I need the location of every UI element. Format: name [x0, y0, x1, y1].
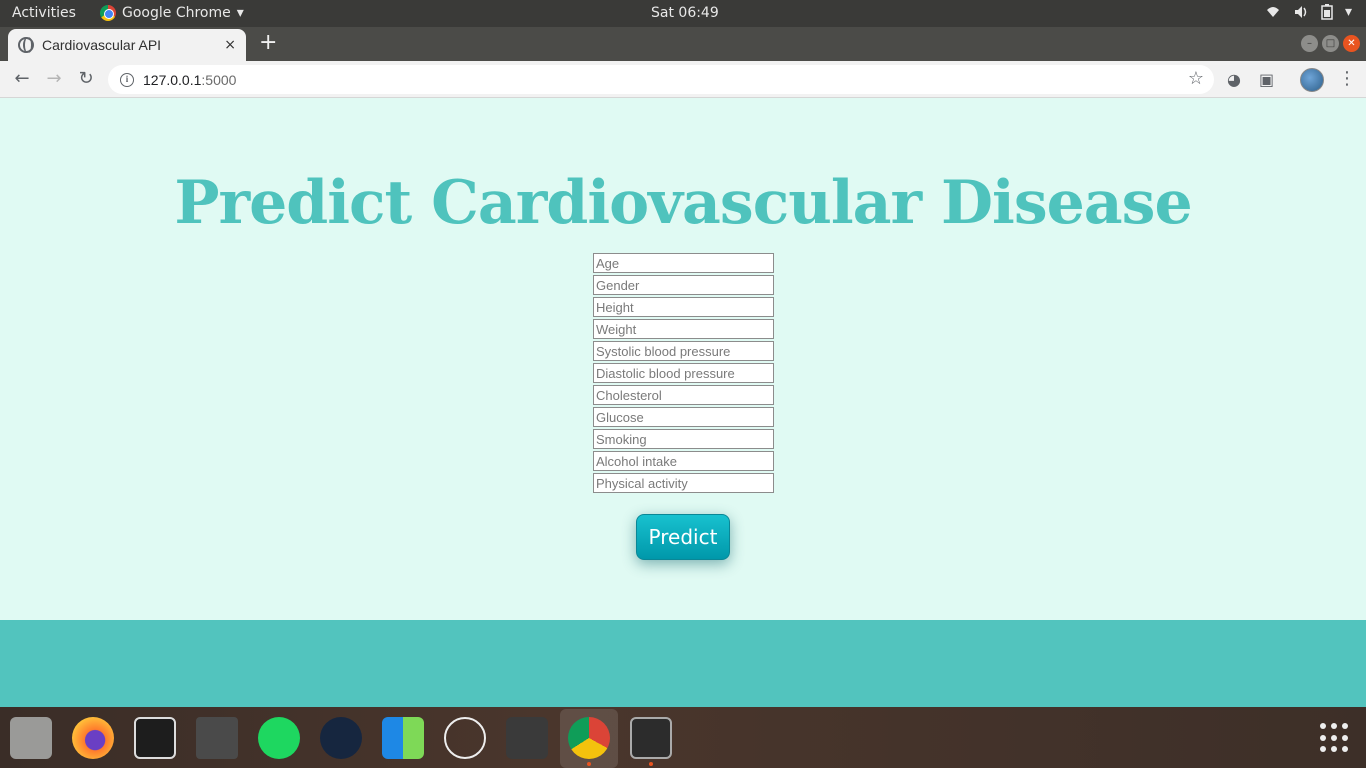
- page-title: Predict Cardiovascular Disease: [174, 168, 1192, 238]
- close-window-button[interactable]: ✕: [1343, 35, 1360, 52]
- systolic-bp-input[interactable]: [593, 341, 774, 361]
- chrome-menu-icon[interactable]: ⋮: [1338, 67, 1356, 91]
- files-icon[interactable]: [10, 717, 52, 759]
- volume-icon: [1294, 6, 1307, 18]
- show-applications-icon[interactable]: [1320, 723, 1350, 753]
- dock: [0, 707, 1366, 768]
- age-input[interactable]: [593, 253, 774, 273]
- glucose-input[interactable]: [593, 407, 774, 427]
- alcohol-intake-input[interactable]: [593, 451, 774, 471]
- new-tab-button[interactable]: +: [259, 31, 277, 55]
- steam-icon[interactable]: [320, 717, 362, 759]
- reload-button[interactable]: ↻: [74, 67, 98, 91]
- gender-input[interactable]: [593, 275, 774, 295]
- system-top-bar: Activities Google Chrome ▾ Sat 06:49 ▾: [0, 0, 1366, 27]
- chevron-down-icon: ▾: [1344, 4, 1352, 20]
- wifi-icon: [1266, 7, 1279, 17]
- tab-strip: Cardiovascular API × + – □ ✕: [0, 27, 1366, 61]
- profile-avatar[interactable]: [1300, 68, 1324, 92]
- running-indicator: [587, 762, 591, 766]
- physical-activity-input[interactable]: [593, 473, 774, 493]
- system-tray[interactable]: ▾: [1265, 4, 1352, 20]
- sublime-text-icon[interactable]: [506, 717, 548, 759]
- spotify-icon[interactable]: [258, 717, 300, 759]
- url-text: 127.0.0.1:5000: [143, 71, 237, 88]
- close-icon[interactable]: ×: [224, 37, 236, 53]
- weight-input[interactable]: [593, 319, 774, 339]
- app-name: Google Chrome: [122, 5, 231, 21]
- profile-extension-icon[interactable]: ▣: [1259, 70, 1274, 89]
- system-monitor-icon[interactable]: [134, 717, 176, 759]
- activities-button[interactable]: Activities: [12, 5, 76, 21]
- address-bar[interactable]: i 127.0.0.1:5000 ☆: [108, 65, 1214, 94]
- speedometer-extension-icon[interactable]: ◕: [1227, 70, 1241, 89]
- diastolic-bp-input[interactable]: [593, 363, 774, 383]
- terminal-icon[interactable]: [630, 717, 672, 759]
- maximize-button[interactable]: □: [1322, 35, 1339, 52]
- clock[interactable]: Sat 06:49: [651, 5, 719, 21]
- cholesterol-input[interactable]: [593, 385, 774, 405]
- back-button[interactable]: ←: [10, 67, 34, 91]
- chrome-icon: [100, 5, 116, 21]
- tab-title: Cardiovascular API: [42, 37, 162, 53]
- page-content: Predict Cardiovascular Disease Predict: [0, 98, 1366, 620]
- minimize-button[interactable]: –: [1301, 35, 1318, 52]
- height-input[interactable]: [593, 297, 774, 317]
- forward-button[interactable]: →: [42, 67, 66, 91]
- footer-band: [0, 620, 1366, 707]
- firefox-icon[interactable]: [72, 717, 114, 759]
- globe-icon: [18, 37, 34, 53]
- tab-cardiovascular-api[interactable]: Cardiovascular API ×: [8, 29, 246, 61]
- chrome-icon[interactable]: [568, 717, 610, 759]
- running-indicator: [649, 762, 653, 766]
- window-controls: – □ ✕: [1301, 35, 1360, 52]
- smoking-input[interactable]: [593, 429, 774, 449]
- browser-toolbar: ← → ↻ i 127.0.0.1:5000 ☆ ◕ ▣: [0, 61, 1366, 98]
- battery-icon: [1321, 4, 1333, 20]
- network-icon[interactable]: [444, 717, 486, 759]
- chevron-down-icon: ▾: [236, 5, 244, 21]
- info-icon[interactable]: i: [120, 72, 134, 87]
- calculator-icon[interactable]: [196, 717, 238, 759]
- app-menu[interactable]: Google Chrome ▾: [100, 5, 244, 21]
- prediction-form: [593, 253, 774, 495]
- app-grid-icon[interactable]: [382, 717, 424, 759]
- predict-button[interactable]: Predict: [636, 514, 730, 560]
- bookmark-star-icon[interactable]: ☆: [1188, 68, 1204, 89]
